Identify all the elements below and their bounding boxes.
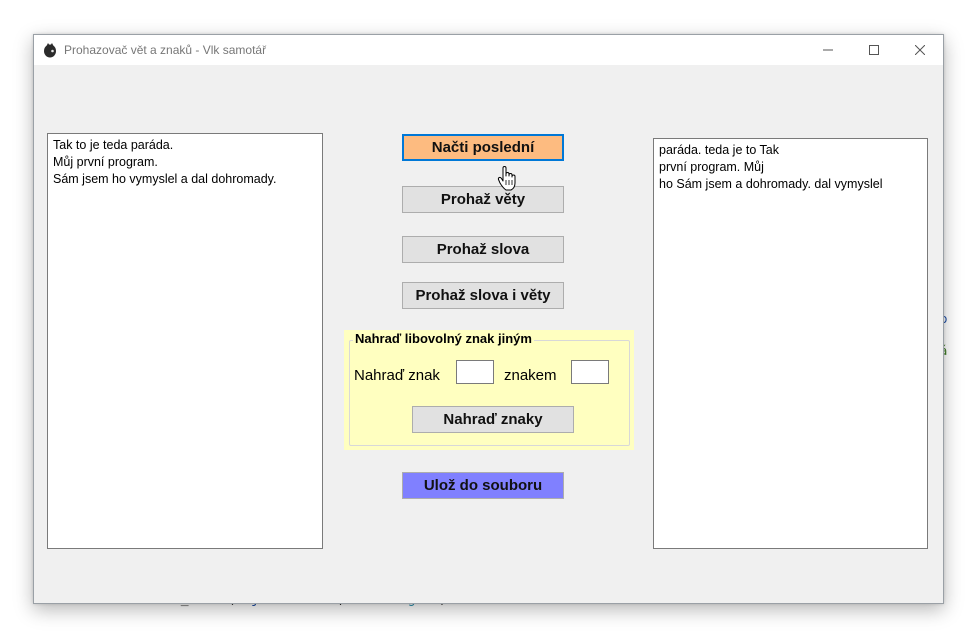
window-title: Prohazovač vět a znaků - Vlk samotář	[64, 43, 267, 57]
text-line: paráda. teda je to Tak	[659, 143, 779, 157]
load-last-button[interactable]: Načti poslední	[402, 134, 564, 161]
text-line: Můj první program.	[53, 155, 158, 169]
replace-char-input[interactable]	[456, 360, 494, 384]
shuffle-words-and-sentences-button[interactable]: Prohaž slova i věty	[402, 282, 564, 309]
shuffle-words-button[interactable]: Prohaž slova	[402, 236, 564, 263]
with-char-label: znakem	[504, 367, 557, 384]
text-line: Sám jsem ho vymyslel a dal dohromady.	[53, 172, 277, 186]
close-icon[interactable]	[897, 35, 943, 65]
text-line: ho Sám jsem a dohromady. dal vymyslel	[659, 177, 883, 191]
text-line: první program. Můj	[659, 160, 764, 174]
shuffle-sentences-button[interactable]: Prohaž věty	[402, 186, 564, 213]
output-textbox[interactable]: paráda. teda je to Tak první program. Mů…	[653, 138, 928, 549]
minimize-icon[interactable]	[805, 35, 851, 65]
input-textbox[interactable]: Tak to je teda paráda. Můj první program…	[47, 133, 323, 549]
maximize-icon[interactable]	[851, 35, 897, 65]
app-window: Prohazovač vět a znaků - Vlk samotář Tak…	[33, 34, 944, 604]
group-legend: Nahraď libovolný znak jiným	[353, 331, 534, 346]
with-char-input[interactable]	[571, 360, 609, 384]
hand-cursor-icon	[497, 166, 516, 191]
replace-chars-button[interactable]: Nahraď znaky	[412, 406, 574, 433]
replace-char-label: Nahraď znak	[354, 367, 440, 384]
save-to-file-button[interactable]: Ulož do souboru	[402, 472, 564, 499]
replace-char-group: Nahraď libovolný znak jiným Nahraď znak …	[344, 330, 634, 450]
app-icon	[42, 42, 58, 58]
text-line: Tak to je teda paráda.	[53, 138, 174, 152]
title-bar[interactable]: Prohazovač vět a znaků - Vlk samotář	[34, 35, 943, 65]
